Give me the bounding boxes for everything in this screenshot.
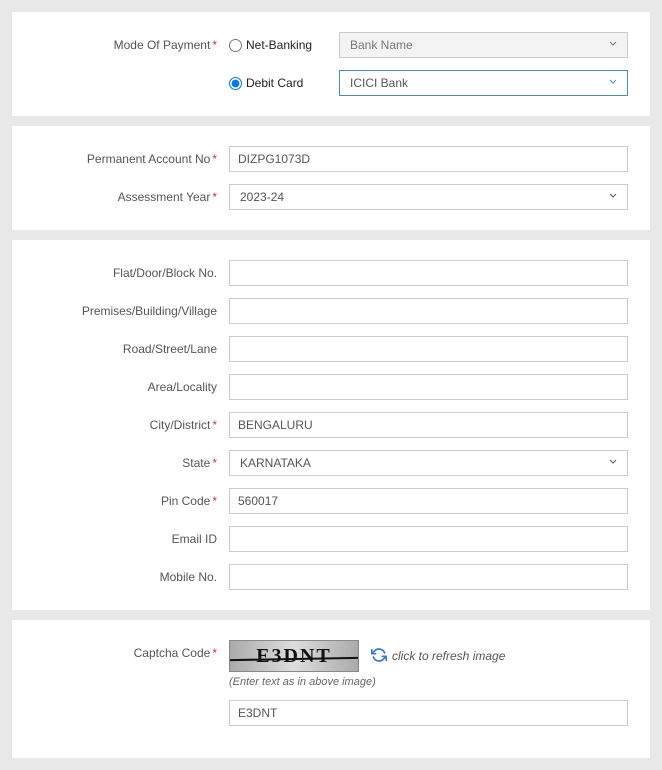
chevron-down-icon xyxy=(607,190,619,205)
account-section: Permanent Account No* Assessment Year* 2… xyxy=(12,126,650,230)
netbanking-radio-group[interactable]: Net-Banking xyxy=(229,38,339,52)
captcha-image: E3DNT xyxy=(229,640,359,672)
address-section: Flat/Door/Block No. Premises/Building/Vi… xyxy=(12,240,650,610)
email-label: Email ID xyxy=(34,532,229,546)
road-label: Road/Street/Lane xyxy=(34,342,229,356)
pin-label: Pin Code* xyxy=(34,494,229,508)
city-label: City/District* xyxy=(34,418,229,432)
ay-select[interactable]: 2023-24 xyxy=(229,184,628,210)
state-label: State* xyxy=(34,456,229,470)
area-input[interactable] xyxy=(229,374,628,400)
captcha-input[interactable] xyxy=(229,700,628,726)
ay-label: Assessment Year* xyxy=(34,190,229,204)
debitcard-radio[interactable] xyxy=(229,77,242,90)
mobile-input[interactable] xyxy=(229,564,628,590)
debitcard-bank-select[interactable]: ICICI Bank xyxy=(339,70,628,96)
area-label: Area/Locality xyxy=(34,380,229,394)
email-input[interactable] xyxy=(229,526,628,552)
payment-mode-label: Mode Of Payment* xyxy=(34,38,229,52)
payment-section: Mode Of Payment* Net-Banking Bank Name D… xyxy=(12,12,650,116)
pan-label: Permanent Account No* xyxy=(34,152,229,166)
chevron-down-icon xyxy=(607,38,619,53)
debitcard-radio-group[interactable]: Debit Card xyxy=(229,76,339,90)
chevron-down-icon xyxy=(607,456,619,471)
captcha-section: Captcha Code* E3DNT click to refresh ima… xyxy=(12,620,650,758)
chevron-down-icon xyxy=(607,76,619,91)
captcha-label: Captcha Code* xyxy=(34,640,229,660)
premises-input[interactable] xyxy=(229,298,628,324)
captcha-hint: (Enter text as in above image) xyxy=(229,676,628,688)
flat-label: Flat/Door/Block No. xyxy=(34,266,229,280)
mobile-label: Mobile No. xyxy=(34,570,229,584)
pan-input[interactable] xyxy=(229,146,628,172)
debitcard-label: Debit Card xyxy=(246,76,303,90)
netbanking-label: Net-Banking xyxy=(246,38,312,52)
netbanking-bank-select[interactable]: Bank Name xyxy=(339,32,628,58)
flat-input[interactable] xyxy=(229,260,628,286)
premises-label: Premises/Building/Village xyxy=(34,304,229,318)
refresh-icon xyxy=(371,647,387,666)
captcha-refresh-link[interactable]: click to refresh image xyxy=(371,647,505,666)
road-input[interactable] xyxy=(229,336,628,362)
state-select[interactable]: KARNATAKA xyxy=(229,450,628,476)
netbanking-radio[interactable] xyxy=(229,39,242,52)
city-input[interactable] xyxy=(229,412,628,438)
pin-input[interactable] xyxy=(229,488,628,514)
